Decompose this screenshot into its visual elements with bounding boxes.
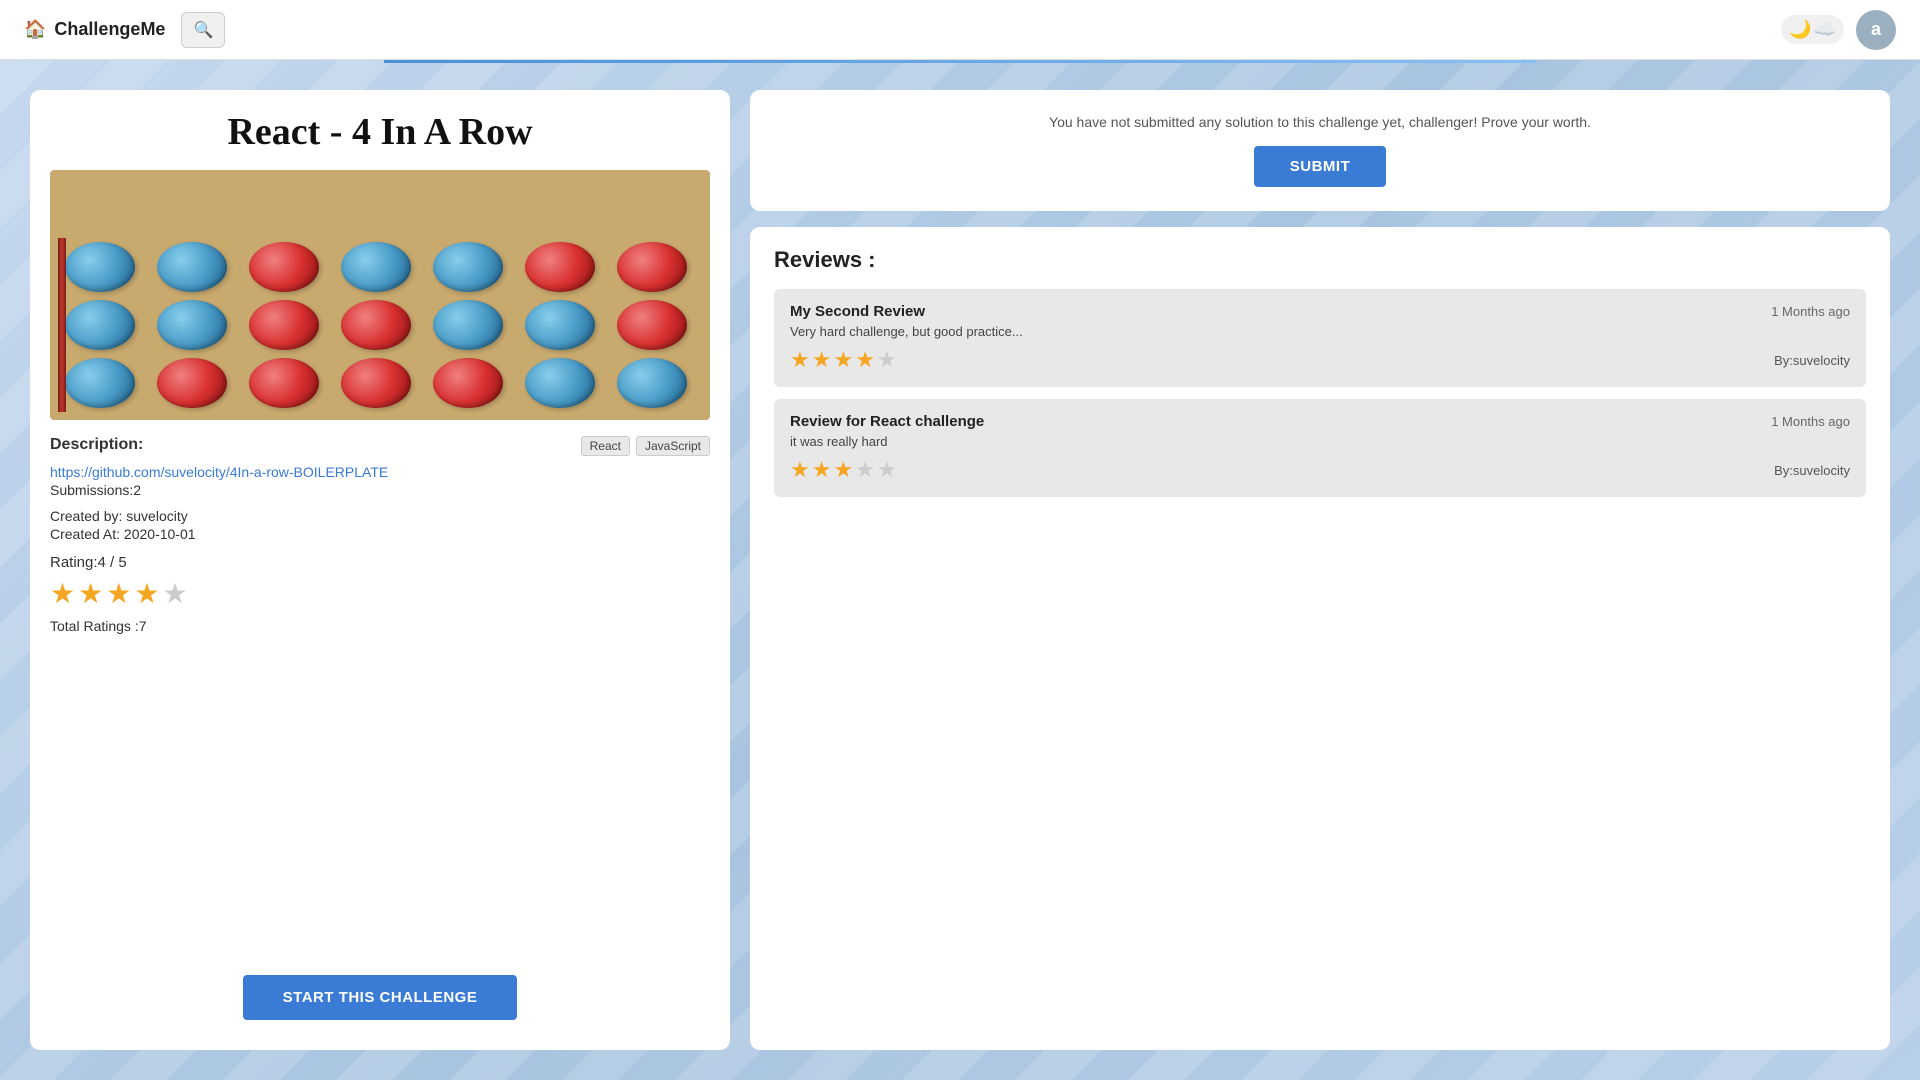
challenge-card: React - 4 In A Row <box>30 90 730 1050</box>
rev1-star-3: ★ <box>833 347 853 373</box>
board-cell <box>249 358 319 408</box>
rating-stars: ★ ★ ★ ★ ★ <box>50 577 710 610</box>
review-header-2: Review for React challenge 1 Months ago <box>790 413 1850 430</box>
board-col-6 <box>518 238 602 412</box>
board-cell <box>617 358 687 408</box>
description-label: Description: <box>50 436 143 454</box>
no-submission-text: You have not submitted any solution to t… <box>1049 114 1591 130</box>
moon-icon: 🌙 <box>1789 19 1811 40</box>
star-4: ★ <box>134 577 159 610</box>
rev2-star-2: ★ <box>812 457 832 483</box>
review-name-1: My Second Review <box>790 303 925 320</box>
submissions-count: Submissions:2 <box>50 482 710 498</box>
review-author-1: By:suvelocity <box>1774 353 1850 368</box>
board-col-5 <box>426 238 510 412</box>
review-footer-2: ★ ★ ★ ★ ★ By:suvelocity <box>790 457 1850 483</box>
board-cell <box>249 242 319 292</box>
page-background: React - 4 In A Row <box>0 60 1920 1080</box>
star-1: ★ <box>50 577 75 610</box>
game-board <box>50 170 710 420</box>
logo-text: ChallengeMe <box>54 19 165 40</box>
star-5: ★ <box>162 577 187 610</box>
rev1-star-2: ★ <box>812 347 832 373</box>
github-link[interactable]: https://github.com/suvelocity/4In-a-row-… <box>50 464 710 480</box>
header-left: 🏠 ChallengeMe 🔍 <box>24 12 225 48</box>
board-columns <box>58 178 702 412</box>
tag-react: React <box>581 436 630 456</box>
star-3: ★ <box>106 577 131 610</box>
review-stars-1: ★ ★ ★ ★ ★ <box>790 347 897 373</box>
reviews-card: Reviews : My Second Review 1 Months ago … <box>750 227 1890 1050</box>
avatar[interactable]: a <box>1856 10 1896 50</box>
board-col-1 <box>58 238 142 412</box>
review-text-2: it was really hard <box>790 434 1850 449</box>
review-footer-1: ★ ★ ★ ★ ★ By:suvelocity <box>790 347 1850 373</box>
board-cell <box>65 242 135 292</box>
description-section: Description: React JavaScript https://gi… <box>50 436 710 975</box>
board-cell <box>433 300 503 350</box>
board-cell <box>341 300 411 350</box>
house-icon: 🏠 <box>24 19 46 40</box>
board-cell <box>433 242 503 292</box>
review-item-1: My Second Review 1 Months ago Very hard … <box>774 289 1866 387</box>
header: 🏠 ChallengeMe 🔍 🌙 ☁️ a <box>0 0 1920 60</box>
board-cell <box>433 358 503 408</box>
review-author-2: By:suvelocity <box>1774 463 1850 478</box>
review-time-2: 1 Months ago <box>1771 414 1850 429</box>
loading-bar <box>384 60 1536 63</box>
board-cell <box>525 358 595 408</box>
board-cell <box>341 358 411 408</box>
board-cell <box>249 300 319 350</box>
review-text-1: Very hard challenge, but good practice..… <box>790 324 1850 339</box>
submit-button[interactable]: SUBMIT <box>1254 146 1387 187</box>
theme-toggle-button[interactable]: 🌙 ☁️ <box>1781 15 1844 44</box>
review-stars-2: ★ ★ ★ ★ ★ <box>790 457 897 483</box>
board-cell <box>525 242 595 292</box>
tag-javascript: JavaScript <box>636 436 710 456</box>
rating-text: Rating:4 / 5 <box>50 554 710 571</box>
cloud-icon: ☁️ <box>1814 19 1836 40</box>
board-cell <box>525 300 595 350</box>
board-col-3 <box>242 238 326 412</box>
board-col-7 <box>610 238 694 412</box>
board-cell <box>617 242 687 292</box>
review-name-2: Review for React challenge <box>790 413 984 430</box>
star-2: ★ <box>78 577 103 610</box>
reviews-title: Reviews : <box>774 247 1866 273</box>
tags-container: React JavaScript <box>581 436 710 456</box>
logo: 🏠 ChallengeMe <box>24 19 165 40</box>
rev2-star-1: ★ <box>790 457 810 483</box>
rev1-star-5: ★ <box>877 347 897 373</box>
rev1-star-1: ★ <box>790 347 810 373</box>
total-ratings: Total Ratings :7 <box>50 618 710 634</box>
board-cell <box>617 300 687 350</box>
rev1-star-4: ★ <box>855 347 875 373</box>
board-cell <box>65 358 135 408</box>
description-row: Description: React JavaScript <box>50 436 710 456</box>
board-cell <box>341 242 411 292</box>
submit-card: You have not submitted any solution to t… <box>750 90 1890 211</box>
header-right: 🌙 ☁️ a <box>1781 10 1896 50</box>
created-at: Created At: 2020-10-01 <box>50 526 710 542</box>
created-by: Created by: suvelocity <box>50 508 710 524</box>
board-col-2 <box>150 238 234 412</box>
right-panel: You have not submitted any solution to t… <box>750 90 1890 1050</box>
rev2-star-5: ★ <box>877 457 897 483</box>
board-cell <box>157 242 227 292</box>
rev2-star-4: ★ <box>855 457 875 483</box>
board-col-4 <box>334 238 418 412</box>
review-time-1: 1 Months ago <box>1771 304 1850 319</box>
start-challenge-button[interactable]: START THIS CHALLENGE <box>243 975 518 1020</box>
search-icon: 🔍 <box>193 20 213 40</box>
search-button[interactable]: 🔍 <box>181 12 225 48</box>
board-cell <box>157 358 227 408</box>
challenge-title: React - 4 In A Row <box>50 110 710 154</box>
board-cell <box>157 300 227 350</box>
board-cell <box>65 300 135 350</box>
review-header-1: My Second Review 1 Months ago <box>790 303 1850 320</box>
review-item-2: Review for React challenge 1 Months ago … <box>774 399 1866 497</box>
rev2-star-3: ★ <box>833 457 853 483</box>
